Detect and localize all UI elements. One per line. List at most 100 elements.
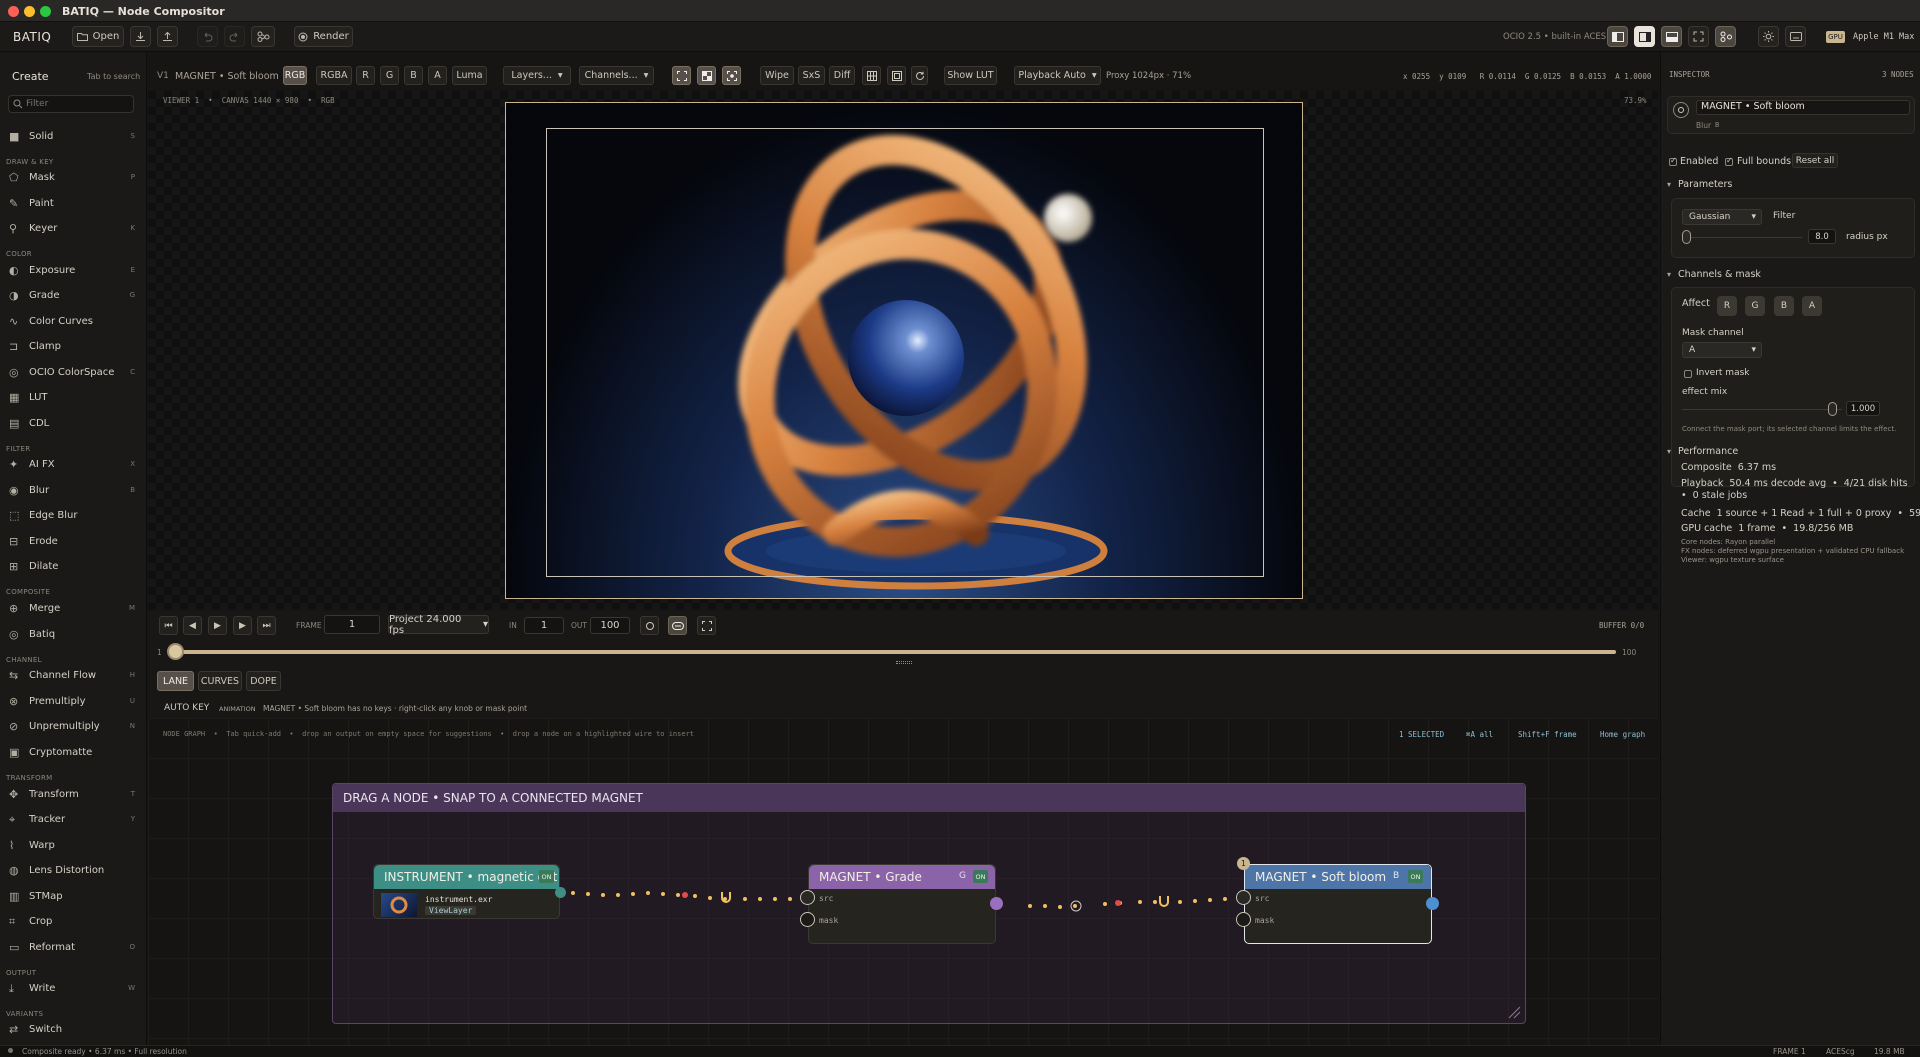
out-input[interactable]: 100 (590, 617, 630, 634)
fps-dropdown[interactable]: Project 24.000 fps ▾ (388, 614, 489, 636)
close-window-button[interactable] (8, 6, 19, 17)
create-item-merge[interactable]: ⊕ Merge M (0, 598, 147, 620)
create-item-unpremultiply[interactable]: ⊘ Unpremultiply N (0, 716, 147, 738)
channel-g-button[interactable]: G (380, 66, 399, 85)
render-button[interactable]: Render (294, 26, 353, 47)
refresh-button[interactable] (911, 66, 928, 85)
create-item-ocio-colorspace[interactable]: ◎ OCIO ColorSpace C (0, 362, 147, 384)
create-item-clamp[interactable]: ⊐ Clamp (0, 336, 147, 358)
open-button[interactable]: Open (72, 26, 124, 47)
create-item-write[interactable]: ⤓ Write W (0, 978, 147, 1000)
fullscreen-button[interactable] (1688, 26, 1709, 47)
node-grade[interactable]: MAGNET • Grade G ON src mask (808, 864, 996, 944)
zoom-window-button[interactable] (40, 6, 51, 17)
node-bloom-src-port[interactable] (1236, 890, 1251, 905)
bounce-button[interactable] (668, 616, 687, 635)
create-item-dilate[interactable]: ⊞ Dilate (0, 556, 147, 578)
keyboard-button[interactable] (1785, 26, 1806, 47)
playhead-handle[interactable] (167, 643, 184, 660)
create-item-cryptomatte[interactable]: ▣ Cryptomatte (0, 742, 147, 764)
export-button[interactable] (157, 26, 178, 47)
filter-dropdown[interactable]: Gaussian ▾ (1682, 209, 1762, 225)
redo-button[interactable] (224, 26, 245, 47)
create-item-warp[interactable]: ⌇ Warp (0, 835, 147, 857)
frame-input[interactable]: 1 (324, 615, 380, 634)
node-bloom-output-port[interactable] (1426, 897, 1439, 910)
filter-field[interactable] (8, 95, 134, 113)
create-item-paint[interactable]: ✎ Paint (0, 193, 147, 215)
fullscreen-viewer-button[interactable] (697, 616, 716, 635)
affect-b-button[interactable]: B (1774, 296, 1794, 316)
go-start-button[interactable]: ⏮ (159, 616, 178, 635)
loop-button[interactable] (640, 616, 659, 635)
graph-view-button[interactable] (1715, 26, 1736, 47)
mask-channel-dropdown[interactable]: A ▾ (1682, 342, 1762, 358)
step-back-button[interactable]: ◀ (183, 616, 202, 635)
node-grade-src-port[interactable] (800, 890, 815, 905)
tab-dope[interactable]: DOPE (246, 671, 281, 691)
affect-r-button[interactable]: R (1717, 296, 1737, 316)
create-item-keyer[interactable]: ⚲ Keyer K (0, 218, 147, 240)
create-item-batiq[interactable]: ◎ Batiq (0, 624, 147, 646)
wipe-button[interactable]: Wipe (760, 66, 794, 85)
parameters-header[interactable]: Parameters (1678, 179, 1732, 190)
radius-slider-handle[interactable] (1681, 230, 1691, 244)
layers-dropdown[interactable]: Layers... ▾ (503, 66, 571, 85)
channel-rgba-button[interactable]: RGBA (316, 66, 352, 85)
node-instrument-on-toggle[interactable]: ON (539, 870, 554, 883)
channel-b-button[interactable]: B (404, 66, 423, 85)
effect-mix-slider[interactable] (1682, 409, 1842, 410)
node-instrument-output-port[interactable] (555, 887, 566, 898)
undo-button[interactable] (197, 26, 218, 47)
node-instrument-header[interactable]: INSTRUMENT • magnetic out ON (374, 865, 559, 889)
create-item-lut[interactable]: ▦ LUT (0, 387, 147, 409)
sxs-button[interactable]: SxS (798, 66, 825, 85)
effect-mix-slider-handle[interactable] (1828, 402, 1837, 416)
in-input[interactable]: 1 (524, 617, 564, 634)
resize-grip-icon[interactable] (1507, 1005, 1521, 1019)
channel-r-button[interactable]: R (356, 66, 375, 85)
node-grade-output-port[interactable] (990, 897, 1003, 910)
node-bloom-header[interactable]: MAGNET • Soft bloom B ON (1245, 865, 1431, 889)
channels-mask-header[interactable]: Channels & mask (1678, 269, 1761, 280)
create-item-switch[interactable]: ⇄ Switch (0, 1019, 147, 1041)
performance-header[interactable]: Performance (1678, 446, 1738, 457)
roi-button[interactable] (722, 66, 741, 85)
channel-a-button[interactable]: A (428, 66, 447, 85)
grid-overlay-button[interactable] (862, 66, 881, 85)
theme-button[interactable] (1758, 26, 1779, 47)
full-bounds-checkbox[interactable]: ✓ (1725, 156, 1733, 166)
go-end-button[interactable]: ⏭ (257, 616, 276, 635)
radius-input[interactable]: 8.0 (1808, 229, 1836, 244)
diff-button[interactable]: Diff (829, 66, 855, 85)
node-grade-on-toggle[interactable]: ON (973, 870, 988, 883)
tab-curves[interactable]: CURVES (198, 671, 242, 691)
viewer-image[interactable] (505, 102, 1303, 599)
node-grade-header[interactable]: MAGNET • Grade G ON (809, 865, 995, 889)
create-item-premultiply[interactable]: ⊗ Premultiply U (0, 691, 147, 713)
node-name-input[interactable]: MAGNET • Soft bloom (1696, 100, 1910, 115)
collapse-icon[interactable]: ▾ (1667, 447, 1671, 456)
create-item-channel-flow[interactable]: ⇆ Channel Flow H (0, 665, 147, 687)
create-item-grade[interactable]: ◑ Grade G (0, 285, 147, 307)
magnet-header[interactable]: DRAG A NODE • SNAP TO A CONNECTED MAGNET (333, 784, 1525, 812)
node-graph-button[interactable] (251, 26, 275, 47)
panel-resize-handle[interactable] (896, 661, 912, 664)
node-soft-bloom[interactable]: MAGNET • Soft bloom B ON src mask (1244, 864, 1432, 944)
create-item-reformat[interactable]: ▭ Reformat O (0, 937, 147, 959)
fit-frame-button[interactable] (672, 66, 691, 85)
effect-mix-input[interactable]: 1.000 (1846, 401, 1880, 416)
create-item-solid[interactable]: ■ Solid S (0, 126, 147, 148)
layout-bottom-panel-button[interactable] (1661, 26, 1682, 47)
layout-left-panel-button[interactable] (1607, 26, 1628, 47)
affect-a-button[interactable]: A (1802, 296, 1822, 316)
create-item-tracker[interactable]: ⌖ Tracker Y (0, 809, 147, 831)
create-item-ai-fx[interactable]: ✦ AI FX X (0, 454, 147, 476)
create-item-crop[interactable]: ⌗ Crop (0, 911, 147, 933)
create-item-color-curves[interactable]: ∿ Color Curves (0, 311, 147, 333)
playback-dropdown[interactable]: Playback Auto ▾ (1014, 66, 1101, 85)
create-item-lens-distortion[interactable]: ◍ Lens Distortion (0, 860, 147, 882)
play-button[interactable]: ▶ (208, 616, 227, 635)
collapse-icon[interactable]: ▾ (1667, 180, 1671, 189)
node-bloom-on-toggle[interactable]: ON (1408, 870, 1423, 883)
